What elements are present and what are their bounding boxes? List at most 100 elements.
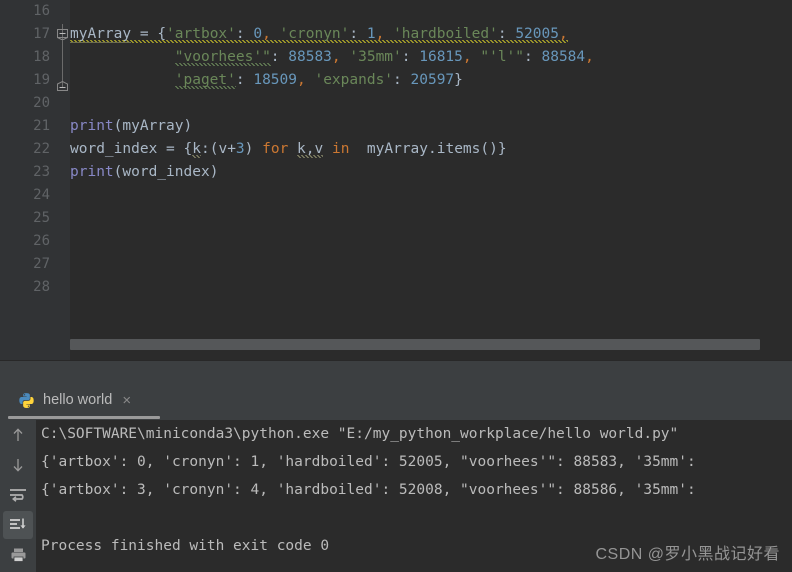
line-number: 21 [33,118,50,134]
token-string-key: '35mm' [340,49,402,65]
line-number: 20 [33,95,50,111]
token-colon: : [235,72,254,88]
token-colon: : [401,49,420,65]
print-icon[interactable] [0,540,36,570]
token-colon: : [235,26,254,42]
editor-horizontal-scrollbar-thumb[interactable] [70,339,760,350]
line-number: 16 [33,3,50,19]
line-number: 18 [33,49,50,65]
token-number: 20597 [410,72,455,88]
token-function: print [70,118,114,134]
token-operator: = [157,141,184,157]
editor-console-divider[interactable] [0,360,792,382]
run-console-toolbar [0,420,36,572]
token-number: 1 [366,26,376,42]
token-paren: ) [209,164,219,180]
token-colon: : [497,26,516,42]
token-string-key: 'hardboiled' [384,26,498,42]
line-number-gutter: 16 17 18 19 20 21 22 23 24 25 26 27 28 [0,0,56,360]
csdn-watermark: CSDN @罗小黑战记好看 [595,546,780,563]
token-keyword-in: in [323,141,359,157]
divider-line [0,360,792,361]
token-comma: , [262,26,271,42]
code-folding-strip[interactable] [56,0,70,360]
token-brace: } [497,141,507,157]
scroll-to-end-icon[interactable] [0,510,36,540]
token-comma: , [558,26,568,42]
run-tool-window: hello world × C:\SOFTWARE\miniconda3\pyt… [0,382,792,572]
line-number: 24 [33,187,50,203]
line-number: 19 [33,72,50,88]
run-tab-active-underline [8,416,160,419]
code-text-area[interactable]: myArray = {'artbox': 0, 'cronyn': 1, 'ha… [70,0,792,360]
token-string-key: 'cronyn' [270,26,350,42]
line-number: 17 [33,26,50,42]
code-editor[interactable]: 16 17 18 19 20 21 22 23 24 25 26 27 28 m… [0,0,792,360]
token-brace: } [454,72,463,88]
token-colon: : [349,26,367,42]
token-variable: word_index [70,141,158,157]
fold-end-icon[interactable] [57,81,68,92]
token-comma: , [462,49,472,65]
run-tab-label: hello world [43,392,113,408]
token-function: print [70,164,114,180]
token-comma: , [297,72,306,88]
token-brace: { [157,26,167,42]
token-variable: k [192,141,201,158]
rerun-up-arrow-icon[interactable] [0,420,36,450]
token-operator: + [227,141,236,157]
run-tab-bar: hello world × [0,382,792,420]
token-number: 52005 [515,26,559,42]
token-variable: myArray [122,118,184,134]
console-line: {'artbox': 0, 'cronyn': 1, 'hardboiled':… [41,454,696,470]
token-paren: ) [183,118,193,134]
token-brace: { [183,141,193,157]
console-line: {'artbox': 3, 'cronyn': 4, 'hardboiled':… [41,482,696,498]
token-string-key: "'l'" [471,49,525,65]
line-number: 23 [33,164,50,180]
close-icon[interactable]: × [122,393,131,408]
token-number: 18509 [253,72,297,88]
token-colon: : [270,49,289,65]
line-number: 28 [33,279,50,295]
editor-horizontal-scrollbar[interactable] [70,338,792,351]
token-variable: word_index [122,164,210,180]
line-number: 27 [33,256,50,272]
rerun-down-arrow-icon[interactable] [0,450,36,480]
token-number: 88583 [288,49,332,65]
token-string-key: 'expands' [305,72,394,88]
token-colon: : [200,141,210,157]
token-operator: = [131,26,158,42]
token-loop-vars: k,v [297,141,324,158]
token-number: 88584 [541,49,586,65]
fold-collapse-icon[interactable] [57,29,68,40]
token-colon: : [393,72,411,88]
token-string-key: "voorhees'" [174,49,271,66]
pycharm-window: 16 17 18 19 20 21 22 23 24 25 26 27 28 m… [0,0,792,572]
token-number: 16815 [419,49,463,65]
code-line-19: 'paget': 18509, 'expands': 20597} [70,69,792,92]
code-line-18: "voorhees'": 88583, '35mm': 16815, "'l'"… [70,46,792,69]
token-variable: myArray [70,26,132,43]
soft-wrap-icon[interactable] [0,480,36,510]
token-iterable: myArray.items() [358,141,498,157]
line-number: 26 [33,233,50,249]
code-line-17: myArray = {'artbox': 0, 'cronyn': 1, 'ha… [70,23,792,46]
run-tab-hello-world[interactable]: hello world × [8,384,141,416]
token-number: 3 [235,141,245,157]
console-line: C:\SOFTWARE\miniconda3\python.exe "E:/my… [41,426,679,442]
token-string-key: 'artbox' [166,26,236,42]
python-logo-icon [18,392,35,409]
code-line-23: print(word_index) [70,161,792,184]
code-line-22: word_index = {k:(v+3) for k,v in myArray… [70,138,792,161]
line-number: 25 [33,210,50,226]
